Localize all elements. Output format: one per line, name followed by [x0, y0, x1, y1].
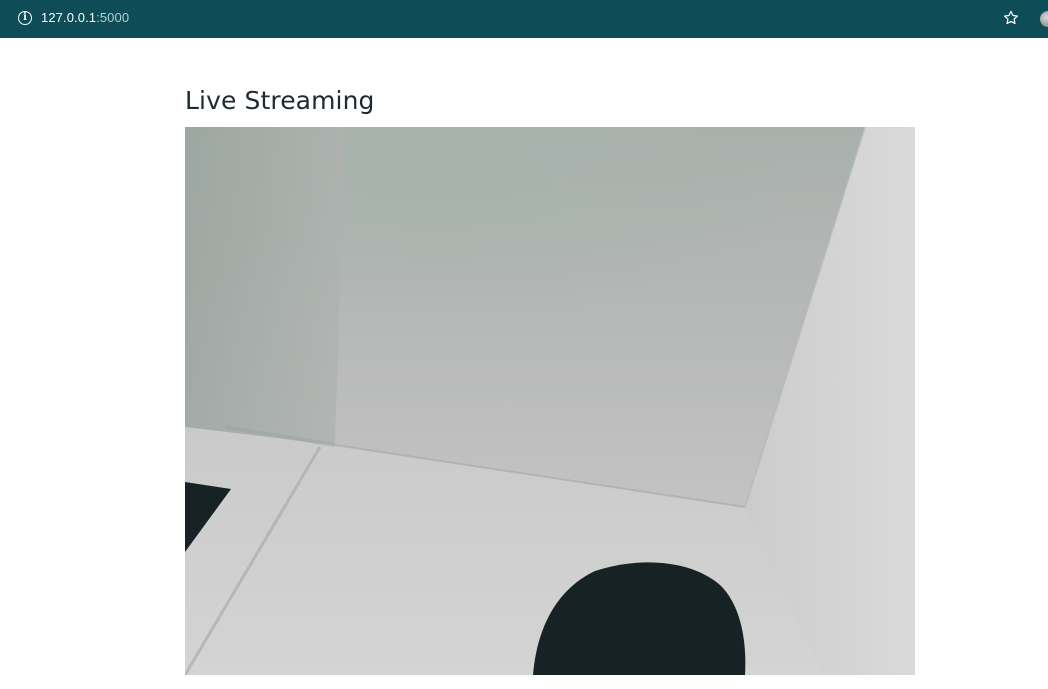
url-port: :5000: [96, 10, 130, 25]
url-field[interactable]: 127.0.0.1:5000: [41, 10, 129, 25]
browser-address-bar: i 127.0.0.1:5000: [0, 0, 1048, 38]
extension-icon[interactable]: [1040, 11, 1048, 27]
live-stream-video: [185, 127, 915, 675]
video-frame-image: [185, 127, 915, 675]
url-host: 127.0.0.1: [41, 10, 97, 25]
info-icon[interactable]: i: [18, 11, 32, 25]
page-title: Live Streaming: [185, 86, 375, 115]
star-icon[interactable]: [1002, 9, 1020, 27]
